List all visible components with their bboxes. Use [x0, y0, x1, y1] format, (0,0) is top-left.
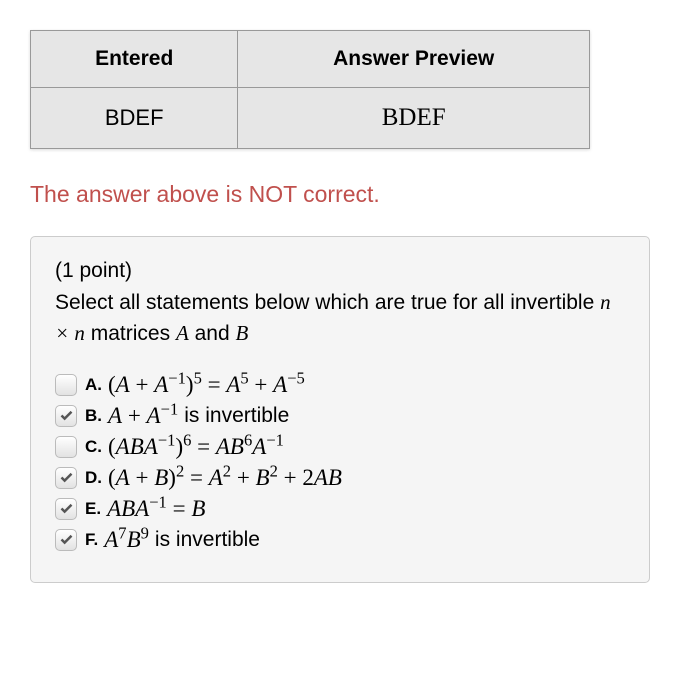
option-a[interactable]: A. (A + A−1)5 = A5 + A−5: [55, 372, 625, 398]
option-label-e: E.: [85, 499, 101, 519]
points-label: (1 point): [55, 259, 625, 283]
header-preview: Answer Preview: [238, 31, 590, 88]
option-text-f-math: A7B9: [104, 527, 149, 553]
prompt-text-1: Select all statements below which are tr…: [55, 291, 600, 314]
option-text-b-math: A + A−1: [108, 403, 178, 429]
prompt-text-2: matrices: [85, 322, 176, 345]
prompt-A: A: [176, 321, 189, 345]
answer-table: Entered Answer Preview BDEF BDEF: [30, 30, 590, 149]
option-f[interactable]: F. A7B9 is invertible: [55, 527, 625, 553]
option-text-b-plain: is invertible: [184, 404, 289, 428]
cell-entered: BDEF: [31, 88, 238, 149]
option-text-f-plain: is invertible: [155, 528, 260, 552]
checkbox-c[interactable]: [55, 436, 77, 458]
option-e[interactable]: E. ABA−1 = B: [55, 496, 625, 522]
option-text-d: (A + B)2 = A2 + B2 + 2AB: [108, 465, 342, 491]
option-text-a: (A + A−1)5 = A5 + A−5: [108, 372, 305, 398]
option-label-d: D.: [85, 468, 102, 488]
feedback-message: The answer above is NOT correct.: [30, 181, 667, 208]
checkbox-a[interactable]: [55, 374, 77, 396]
header-entered: Entered: [31, 31, 238, 88]
option-b[interactable]: B. A + A−1 is invertible: [55, 403, 625, 429]
prompt-and: and: [189, 322, 236, 345]
question-prompt: Select all statements below which are tr…: [55, 287, 625, 350]
cell-preview: BDEF: [238, 88, 590, 149]
option-label-b: B.: [85, 406, 102, 426]
checkbox-b[interactable]: [55, 405, 77, 427]
option-label-a: A.: [85, 375, 102, 395]
option-label-f: F.: [85, 530, 98, 550]
option-c[interactable]: C. (ABA−1)6 = AB6A−1: [55, 434, 625, 460]
checkbox-d[interactable]: [55, 467, 77, 489]
option-text-c: (ABA−1)6 = AB6A−1: [108, 434, 284, 460]
checkbox-e[interactable]: [55, 498, 77, 520]
option-label-c: C.: [85, 437, 102, 457]
checkbox-f[interactable]: [55, 529, 77, 551]
option-d[interactable]: D. (A + B)2 = A2 + B2 + 2AB: [55, 465, 625, 491]
option-text-e: ABA−1 = B: [107, 496, 205, 522]
question-box: (1 point) Select all statements below wh…: [30, 236, 650, 583]
prompt-B: B: [235, 321, 248, 345]
